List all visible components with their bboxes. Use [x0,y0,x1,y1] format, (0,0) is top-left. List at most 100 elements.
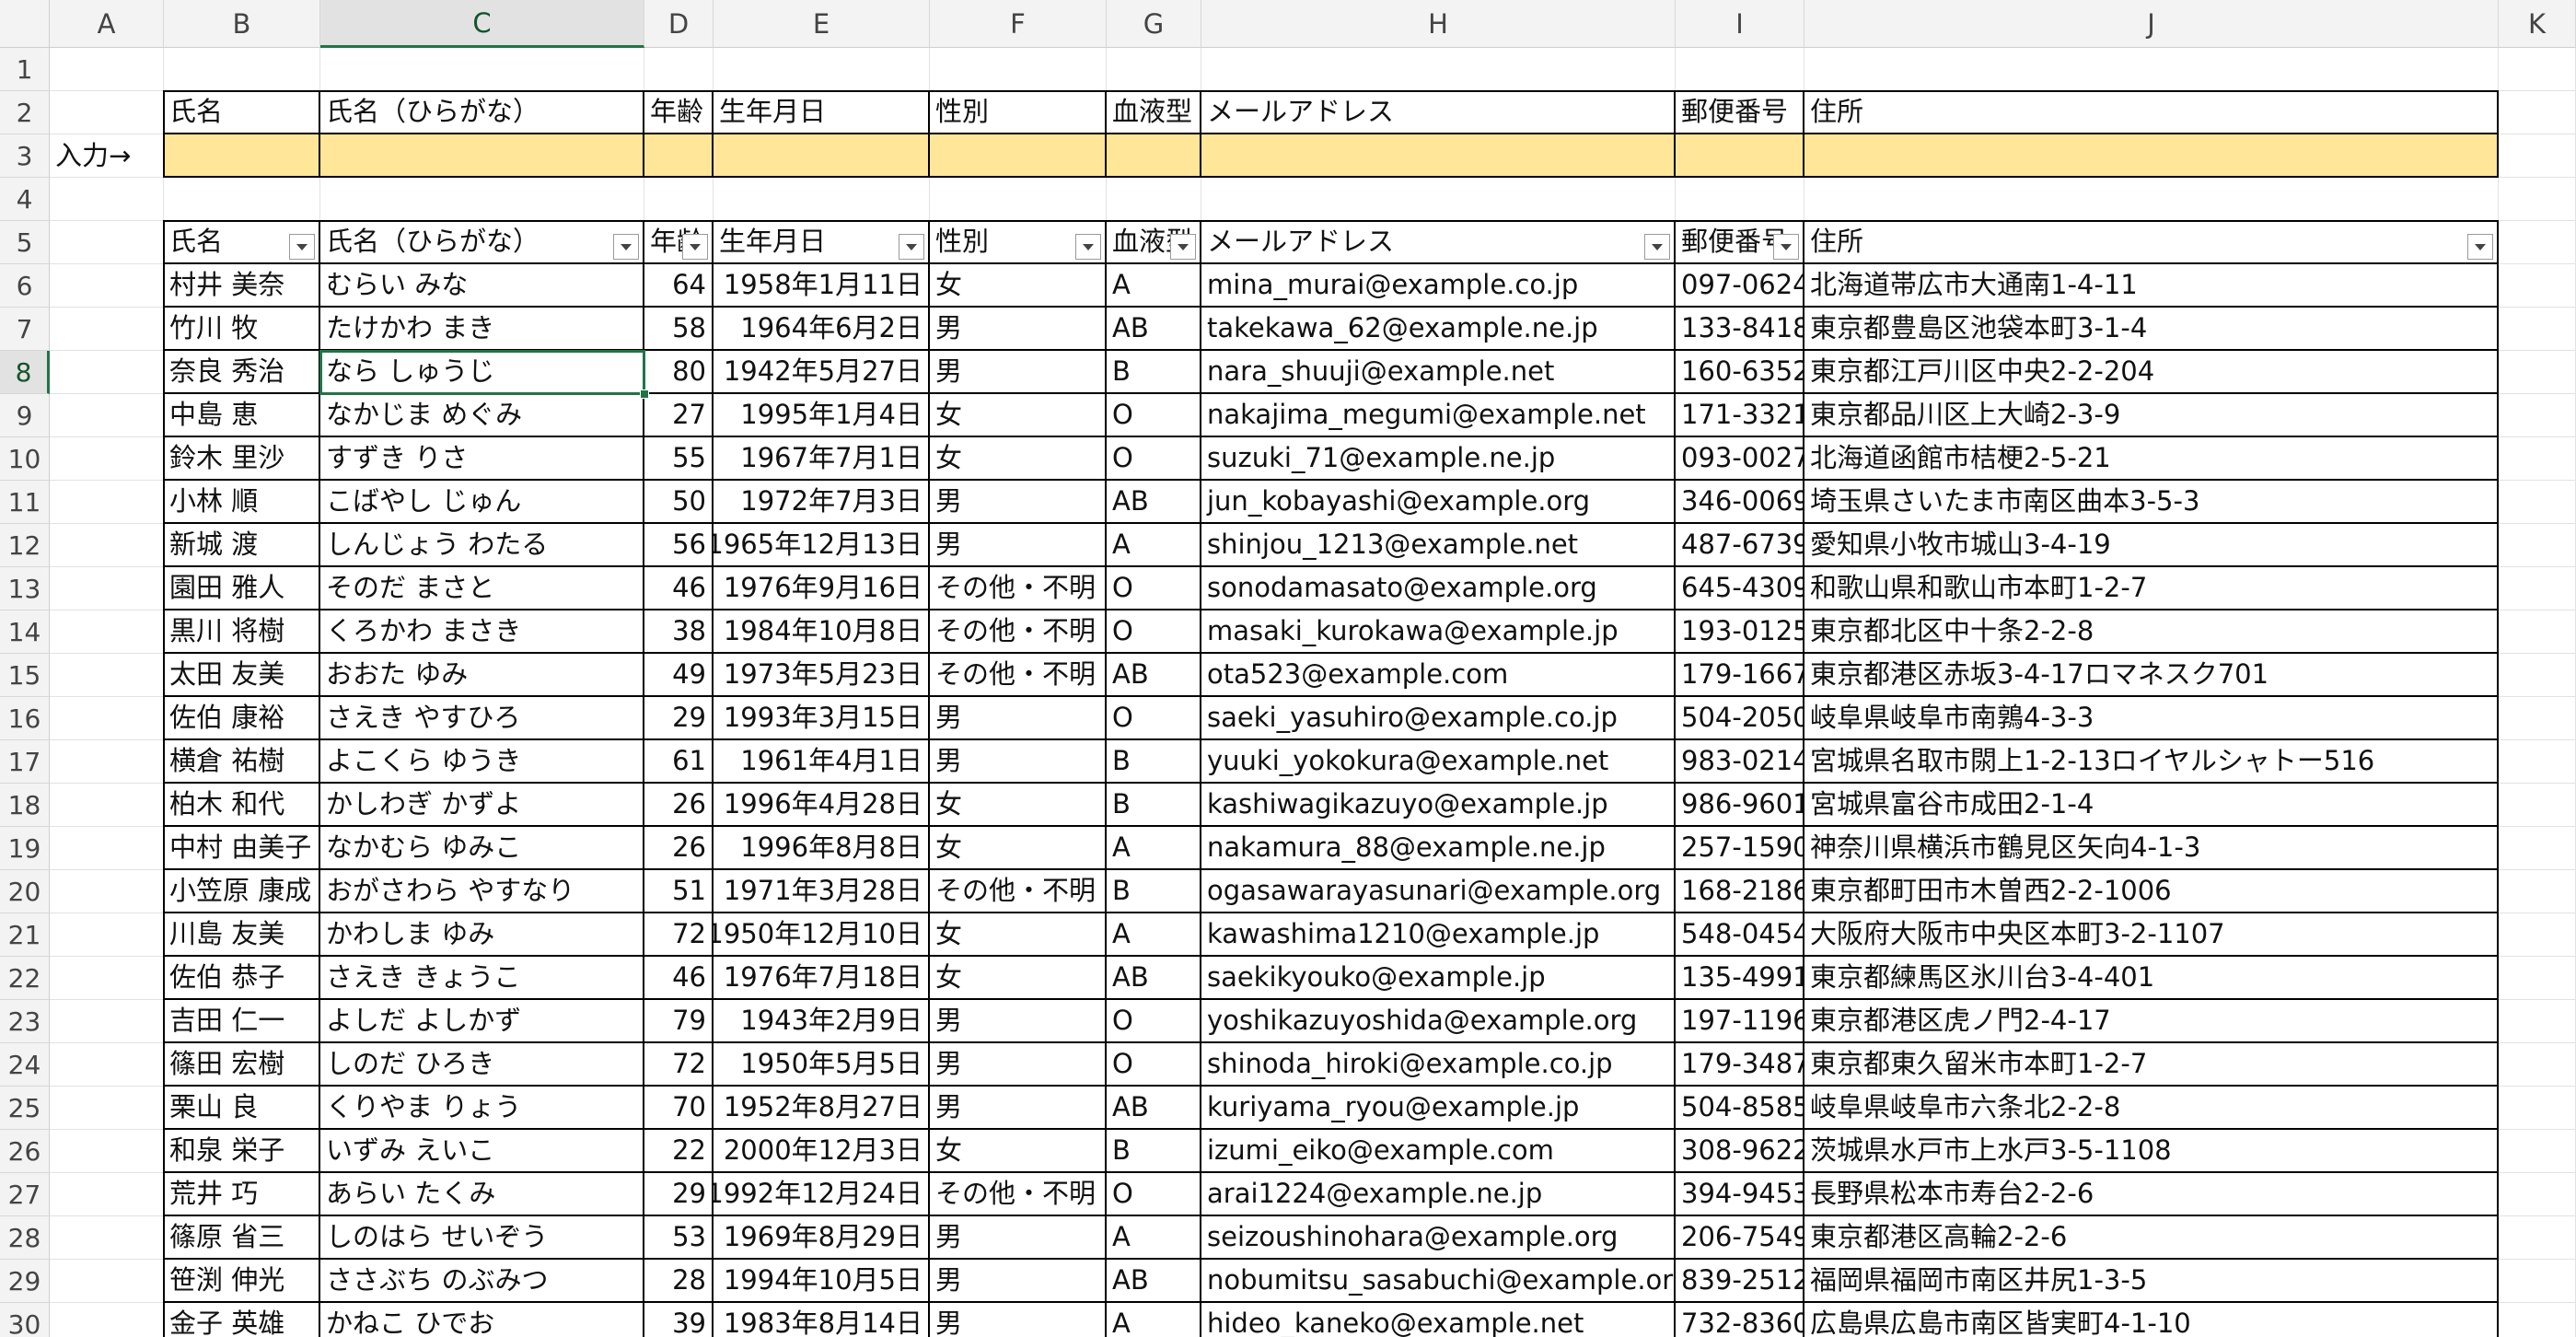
table-cell[interactable]: B [1107,351,1201,394]
table-cell[interactable]: 金子 英雄 [164,1303,320,1337]
table-cell[interactable]: saeki_yasuhiro@example.co.jp [1201,697,1676,740]
table-cell[interactable]: 佐伯 康裕 [164,697,320,740]
input-entry-cell[interactable] [1201,134,1676,178]
table-cell[interactable]: 1952年8月27日 [714,1087,930,1130]
column-header-b[interactable]: B [164,0,320,48]
table-header-cell[interactable]: 生年月日 [714,221,930,264]
row-header-13[interactable]: 13 [0,567,50,610]
table-cell[interactable]: たけかわ まき [320,308,644,351]
table-cell[interactable]: 和泉 栄子 [164,1130,320,1173]
row-header-20[interactable]: 20 [0,870,50,913]
table-cell[interactable]: 佐伯 恭子 [164,957,320,1000]
table-cell[interactable]: shinjou_1213@example.net [1201,524,1676,567]
filter-dropdown-icon[interactable] [2467,234,2493,260]
table-cell[interactable]: 839-2512 [1676,1260,1804,1303]
table-cell[interactable]: 197-1196 [1676,1000,1804,1043]
input-entry-cell[interactable] [1107,134,1201,178]
table-cell[interactable]: A [1107,264,1201,308]
column-header-k[interactable]: K [2499,0,2576,48]
input-row-label[interactable]: 入力→ [50,134,164,178]
table-header-cell[interactable]: 氏名（ひらがな） [320,221,644,264]
table-cell[interactable]: その他・不明 [930,870,1107,913]
table-cell[interactable]: 北海道函館市桔梗2-5-21 [1804,437,2499,481]
filter-dropdown-icon[interactable] [1075,234,1101,260]
fill-handle[interactable] [640,389,649,399]
table-cell[interactable]: 257-1590 [1676,827,1804,870]
filter-dropdown-icon[interactable] [1773,234,1799,260]
table-cell[interactable]: 093-0027 [1676,437,1804,481]
table-cell[interactable]: izumi_eiko@example.com [1201,1130,1676,1173]
table-cell[interactable]: 26 [644,827,714,870]
table-cell[interactable]: 川島 友美 [164,913,320,957]
table-cell[interactable]: すずき りさ [320,437,644,481]
table-cell[interactable]: 男 [930,1087,1107,1130]
table-cell[interactable]: 29 [644,1173,714,1216]
table-cell[interactable]: 732-8360 [1676,1303,1804,1337]
table-cell[interactable]: 27 [644,394,714,437]
table-cell[interactable]: 東京都東久留米市本町1-2-7 [1804,1043,2499,1087]
table-cell[interactable]: arai1224@example.ne.jp [1201,1173,1676,1216]
row-header-18[interactable]: 18 [0,784,50,827]
table-cell[interactable]: kashiwagikazuyo@example.jp [1201,784,1676,827]
table-cell[interactable]: 487-6739 [1676,524,1804,567]
table-cell[interactable]: かねこ ひでお [320,1303,644,1337]
table-cell[interactable]: 1967年7月1日 [714,437,930,481]
table-cell[interactable]: 135-4991 [1676,957,1804,1000]
table-cell[interactable]: 東京都練馬区氷川台3-4-401 [1804,957,2499,1000]
table-cell[interactable]: O [1107,1173,1201,1216]
input-entry-cell[interactable] [714,134,930,178]
column-header-j[interactable]: J [1804,0,2499,48]
table-cell[interactable]: 男 [930,1260,1107,1303]
table-cell[interactable]: 広島県広島市南区皆実町4-1-10 [1804,1303,2499,1337]
table-cell[interactable]: 1994年10月5日 [714,1260,930,1303]
table-cell[interactable]: 男 [930,1303,1107,1337]
table-cell[interactable]: B [1107,870,1201,913]
input-header-cell[interactable]: 住所 [1804,91,2499,134]
table-cell[interactable]: そのだ まさと [320,567,644,610]
table-cell[interactable]: なかむら ゆみこ [320,827,644,870]
row-header-8[interactable]: 8 [0,351,50,394]
table-cell[interactable]: おがさわら やすなり [320,870,644,913]
row-header-19[interactable]: 19 [0,827,50,870]
row-header-29[interactable]: 29 [0,1260,50,1303]
column-header-a[interactable]: A [50,0,164,48]
table-cell[interactable]: 園田 雅人 [164,567,320,610]
column-header-e[interactable]: E [714,0,930,48]
table-cell[interactable]: 645-4309 [1676,567,1804,610]
table-cell[interactable]: seizoushinohara@example.org [1201,1216,1676,1260]
table-cell[interactable]: B [1107,740,1201,784]
row-header-9[interactable]: 9 [0,394,50,437]
input-entry-cell[interactable] [1676,134,1804,178]
table-cell[interactable]: 1958年1月11日 [714,264,930,308]
table-cell[interactable]: くろかわ まさき [320,610,644,654]
table-header-cell[interactable]: メールアドレス [1201,221,1676,264]
table-cell[interactable]: 黒川 将樹 [164,610,320,654]
table-cell[interactable]: kawashima1210@example.jp [1201,913,1676,957]
table-cell[interactable]: masaki_kurokawa@example.jp [1201,610,1676,654]
input-entry-cell[interactable] [930,134,1107,178]
table-cell[interactable]: 竹川 牧 [164,308,320,351]
table-cell[interactable]: 柏木 和代 [164,784,320,827]
table-cell[interactable]: O [1107,697,1201,740]
input-entry-cell[interactable] [164,134,320,178]
table-cell[interactable]: 1950年5月5日 [714,1043,930,1087]
table-cell[interactable]: 1976年7月18日 [714,957,930,1000]
table-cell[interactable]: 80 [644,351,714,394]
filter-dropdown-icon[interactable] [289,234,315,260]
spreadsheet-grid[interactable]: A B C D E F G H I J K 1 2 3 4 5 6 7 8 9 10 11 12 13 14 15 16 17 18 19… [0,0,2576,1337]
table-cell[interactable]: 中村 由美子 [164,827,320,870]
table-cell[interactable]: 東京都豊島区池袋本町3-1-4 [1804,308,2499,351]
table-cell[interactable]: 983-0214 [1676,740,1804,784]
row-header-23[interactable]: 23 [0,1000,50,1043]
table-cell[interactable]: 55 [644,437,714,481]
table-cell[interactable]: 宮城県富谷市成田2-1-4 [1804,784,2499,827]
table-cell[interactable]: 133-8418 [1676,308,1804,351]
table-cell[interactable]: かしわぎ かずよ [320,784,644,827]
table-cell[interactable]: 49 [644,654,714,697]
table-cell[interactable]: 横倉 祐樹 [164,740,320,784]
table-cell[interactable]: A [1107,524,1201,567]
table-cell[interactable]: 東京都町田市木曽西2-2-1006 [1804,870,2499,913]
table-cell[interactable]: よこくら ゆうき [320,740,644,784]
table-cell[interactable]: 東京都港区虎ノ門2-4-17 [1804,1000,2499,1043]
table-cell[interactable]: 1996年4月28日 [714,784,930,827]
